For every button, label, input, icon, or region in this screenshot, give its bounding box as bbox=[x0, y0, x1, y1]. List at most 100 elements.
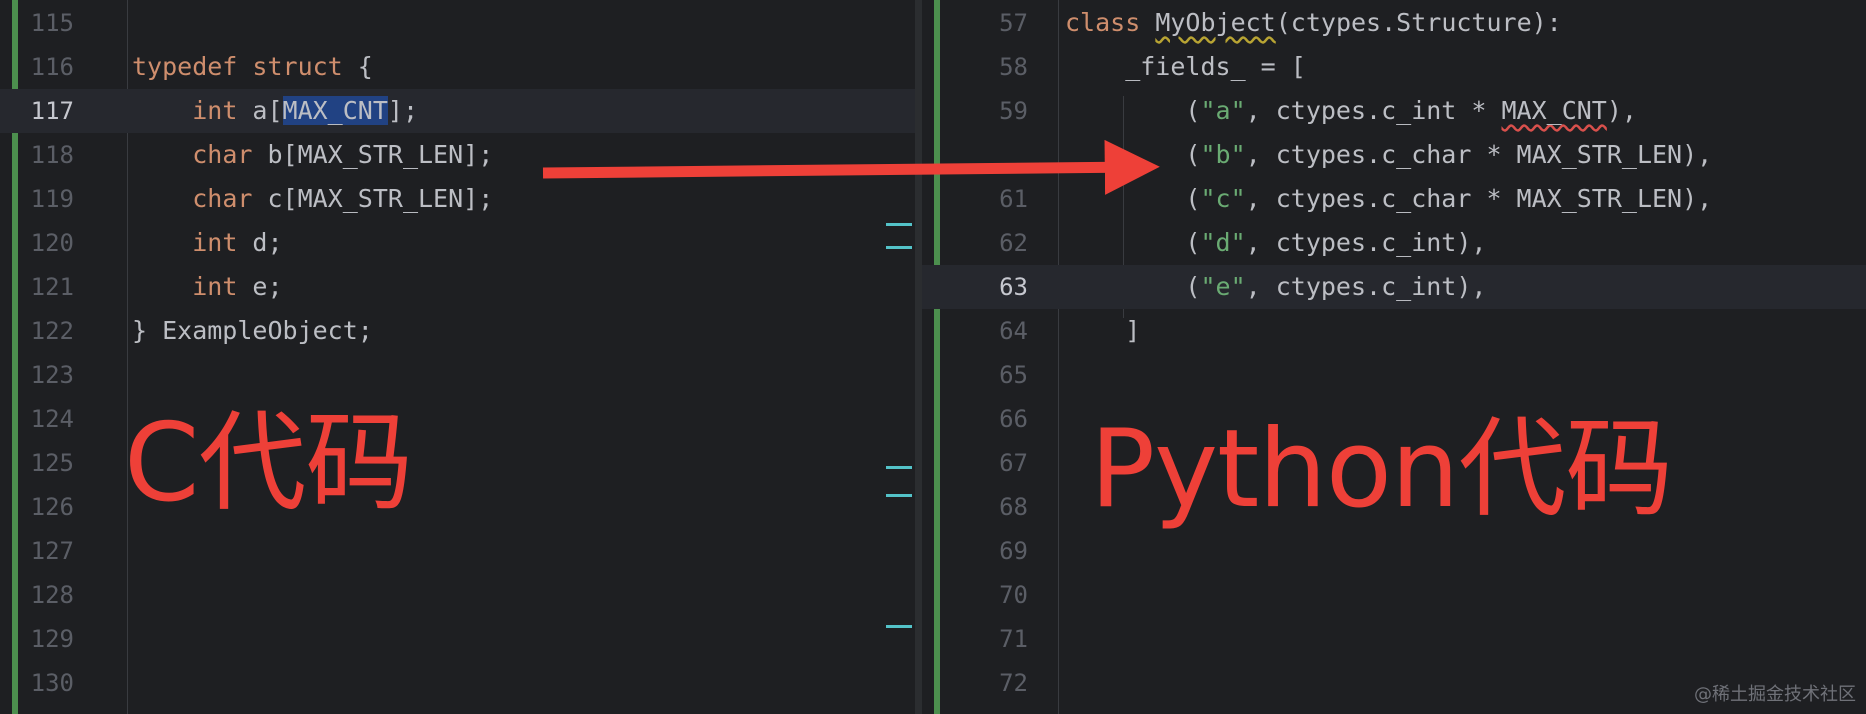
line-number[interactable]: 129 bbox=[18, 617, 74, 661]
line-number[interactable]: 127 bbox=[18, 529, 74, 573]
code-line[interactable]: ("b", ctypes.c_char * MAX_STR_LEN), bbox=[922, 133, 1866, 177]
code-text[interactable]: } ExampleObject; bbox=[132, 309, 373, 353]
c-editor-pane[interactable]: 115 116 typedef struct {117 int a[MAX_CNT]… bbox=[0, 0, 915, 714]
code-text[interactable]: ("a", ctypes.c_int * MAX_CNT), bbox=[1065, 89, 1637, 133]
line-number[interactable]: 59 bbox=[942, 89, 1028, 133]
line-number[interactable]: 115 bbox=[18, 1, 74, 45]
code-line[interactable]: 57 class MyObject(ctypes.Structure): bbox=[922, 1, 1866, 45]
line-number[interactable]: 65 bbox=[942, 353, 1028, 397]
line-number[interactable]: 62 bbox=[942, 221, 1028, 265]
line-number[interactable]: 121 bbox=[18, 265, 74, 309]
code-line[interactable]: 119 char c[MAX_STR_LEN]; bbox=[0, 177, 915, 221]
c-code-label: C代码 bbox=[124, 401, 413, 526]
code-text[interactable]: ("b", ctypes.c_char * MAX_STR_LEN), bbox=[1065, 133, 1712, 177]
scrollbar-marker bbox=[886, 246, 912, 249]
code-line[interactable]: 123 bbox=[0, 353, 915, 397]
line-number[interactable]: 122 bbox=[18, 309, 74, 353]
code-token: MAX_CNT bbox=[1501, 96, 1607, 125]
scrollbar-marker bbox=[886, 625, 912, 628]
line-number[interactable]: 124 bbox=[18, 397, 74, 441]
code-token: int bbox=[192, 96, 238, 125]
code-line[interactable]: 71 bbox=[922, 617, 1866, 661]
scrollbar-marker bbox=[886, 494, 912, 497]
line-number[interactable]: 58 bbox=[942, 45, 1028, 89]
code-line[interactable]: 63 ("e", ctypes.c_int), bbox=[922, 265, 1866, 309]
editor-split-divider[interactable] bbox=[915, 0, 922, 714]
code-token: a[ bbox=[237, 96, 283, 125]
line-number[interactable]: 130 bbox=[18, 661, 74, 705]
code-line[interactable]: 120 int d; bbox=[0, 221, 915, 265]
code-text[interactable]: ("c", ctypes.c_char * MAX_STR_LEN), bbox=[1065, 177, 1712, 221]
line-number[interactable] bbox=[942, 133, 1028, 177]
code-token: ] bbox=[1065, 316, 1141, 345]
code-text[interactable]: ("d", ctypes.c_int), bbox=[1065, 221, 1486, 265]
code-text[interactable]: int a[MAX_CNT]; bbox=[132, 89, 418, 133]
code-line[interactable]: 59 ("a", ctypes.c_int * MAX_CNT), bbox=[922, 89, 1866, 133]
code-token: "c" bbox=[1200, 184, 1246, 213]
code-line[interactable]: 61 ("c", ctypes.c_char * MAX_STR_LEN), bbox=[922, 177, 1866, 221]
code-line[interactable]: 58 _fields_ = [ bbox=[922, 45, 1866, 89]
line-number[interactable]: 117 bbox=[18, 89, 74, 133]
code-token: , ctypes.c_char * MAX_STR_LEN), bbox=[1245, 184, 1713, 213]
line-number[interactable]: 70 bbox=[942, 573, 1028, 617]
code-line[interactable]: 117 int a[MAX_CNT]; bbox=[0, 89, 915, 133]
python-editor-pane[interactable]: 57 class MyObject(ctypes.Structure): 58 _f… bbox=[922, 0, 1866, 714]
line-number[interactable]: 120 bbox=[18, 221, 74, 265]
line-number[interactable]: 67 bbox=[942, 441, 1028, 485]
code-token: { bbox=[342, 52, 373, 81]
code-token: , ctypes.c_int), bbox=[1245, 272, 1487, 301]
code-text[interactable]: int d; bbox=[132, 221, 282, 265]
code-line[interactable]: 69 bbox=[922, 529, 1866, 573]
line-number[interactable]: 128 bbox=[18, 573, 74, 617]
code-line[interactable]: 121 int e; bbox=[0, 265, 915, 309]
line-number[interactable]: 66 bbox=[942, 397, 1028, 441]
code-token: (ctypes.Structure): bbox=[1275, 8, 1562, 37]
code-token: int bbox=[192, 272, 238, 301]
code-token: class bbox=[1065, 8, 1141, 37]
line-number[interactable]: 72 bbox=[942, 661, 1028, 705]
code-token: MAX_CNT bbox=[282, 96, 388, 125]
code-line[interactable]: 62 ("d", ctypes.c_int), bbox=[922, 221, 1866, 265]
line-number[interactable]: 119 bbox=[18, 177, 74, 221]
code-line[interactable]: 64 ] bbox=[922, 309, 1866, 353]
code-token: _fields_ = [ bbox=[1065, 52, 1306, 81]
code-line[interactable]: 128 bbox=[0, 573, 915, 617]
code-text[interactable]: ] bbox=[1065, 309, 1140, 353]
code-line[interactable]: 116 typedef struct { bbox=[0, 45, 915, 89]
line-number[interactable]: 123 bbox=[18, 353, 74, 397]
code-token: ( bbox=[1065, 96, 1201, 125]
code-line[interactable]: 130 bbox=[0, 661, 915, 705]
code-text[interactable]: char b[MAX_STR_LEN]; bbox=[132, 133, 493, 177]
line-number[interactable]: 71 bbox=[942, 617, 1028, 661]
code-token: e; bbox=[237, 272, 283, 301]
line-number[interactable]: 69 bbox=[942, 529, 1028, 573]
code-line[interactable]: 65 bbox=[922, 353, 1866, 397]
code-text[interactable]: class MyObject(ctypes.Structure): bbox=[1065, 1, 1562, 45]
code-token: MyObject bbox=[1155, 8, 1276, 37]
line-number[interactable]: 63 bbox=[942, 265, 1028, 309]
line-number[interactable]: 68 bbox=[942, 485, 1028, 529]
code-line[interactable]: 70 bbox=[922, 573, 1866, 617]
code-line[interactable]: 129 bbox=[0, 617, 915, 661]
line-number[interactable]: 61 bbox=[942, 177, 1028, 221]
code-line[interactable]: 118 char b[MAX_STR_LEN]; bbox=[0, 133, 915, 177]
code-line[interactable]: 122 } ExampleObject; bbox=[0, 309, 915, 353]
code-line[interactable]: 115 bbox=[0, 1, 915, 45]
line-number[interactable]: 64 bbox=[942, 309, 1028, 353]
line-number[interactable]: 116 bbox=[18, 45, 74, 89]
line-number[interactable]: 57 bbox=[942, 1, 1028, 45]
line-number[interactable]: 125 bbox=[18, 441, 74, 485]
code-token: ), bbox=[1606, 96, 1637, 125]
code-text[interactable]: typedef struct { bbox=[132, 45, 373, 89]
code-text[interactable]: _fields_ = [ bbox=[1065, 45, 1306, 89]
line-number[interactable]: 126 bbox=[18, 485, 74, 529]
code-text[interactable]: char c[MAX_STR_LEN]; bbox=[132, 177, 493, 221]
code-token: } ExampleObject; bbox=[132, 316, 373, 345]
code-text[interactable]: ("e", ctypes.c_int), bbox=[1065, 265, 1486, 309]
code-text[interactable]: int e; bbox=[132, 265, 283, 309]
code-line[interactable]: 127 bbox=[0, 529, 915, 573]
line-number[interactable]: 118 bbox=[18, 133, 74, 177]
